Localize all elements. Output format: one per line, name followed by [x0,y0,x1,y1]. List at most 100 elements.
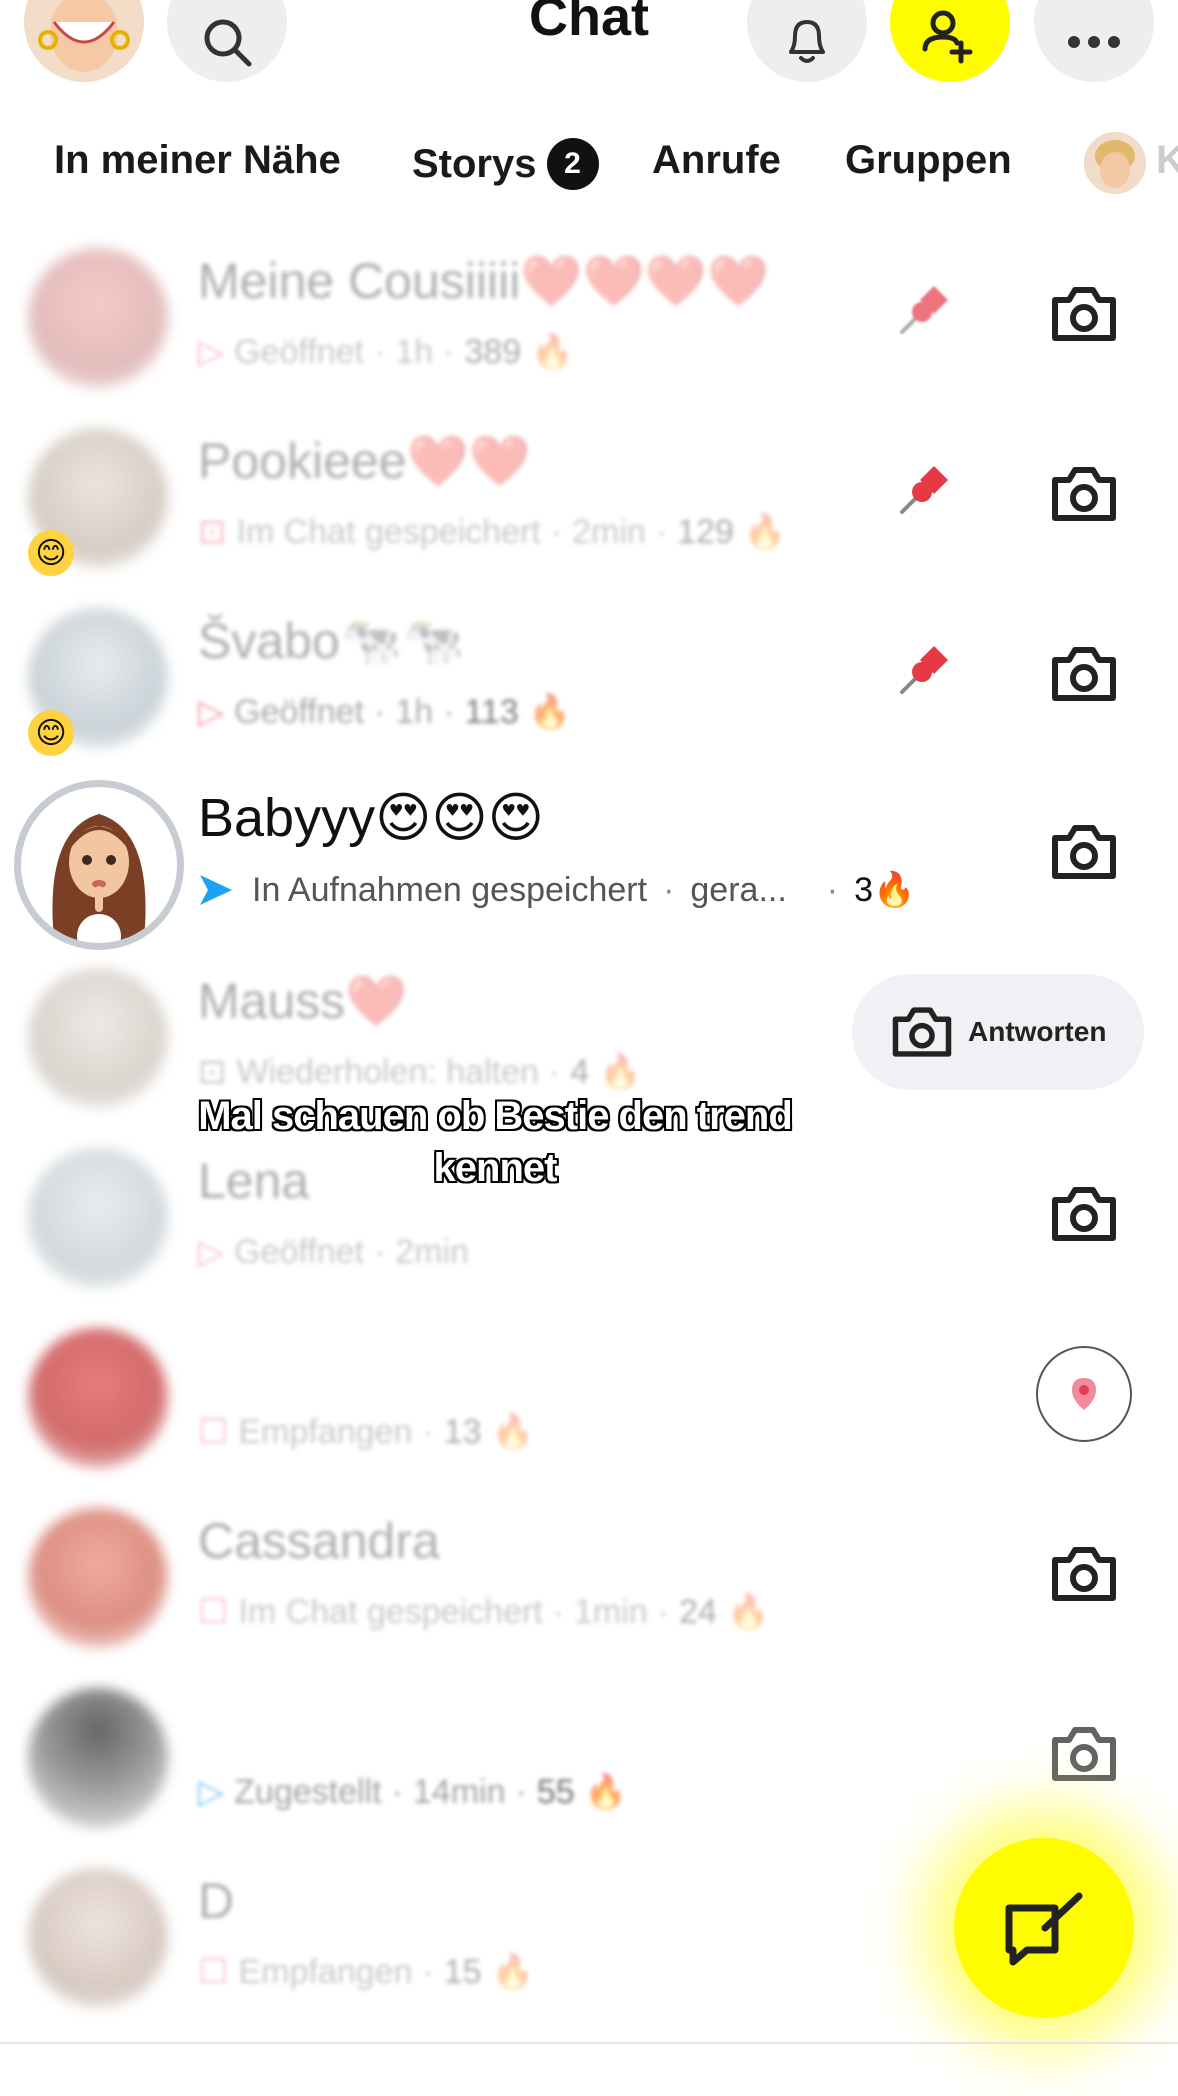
chat-status: ☐ Empfangen · 13 🔥 [198,1412,534,1452]
received-icon: ☐ [198,1953,229,1991]
chat-row[interactable]: 😊 Švabo🐄🐄 ▷ Geöffnet · 1h · 113 🔥 [0,582,1178,762]
camera-reply-button[interactable] [1046,1536,1122,1612]
camera-reply-button[interactable] [1046,1176,1122,1252]
separator: · [422,1412,434,1451]
status-text: Empfangen [238,1952,413,1991]
bottom-divider [0,2042,1178,2044]
more-button[interactable] [1034,0,1154,82]
new-chat-icon [1005,1892,1083,1966]
notifications-button[interactable] [747,0,867,82]
video-caption: Mal schauen ob Bestie den trend kennet [198,1094,793,1190]
avatar [28,1328,168,1468]
camera-icon [1052,1547,1116,1601]
chat-row[interactable]: Meine Cousiiiii❤️❤️❤️❤️ ▷ Geöffnet · 1h … [0,222,1178,402]
status-text: Im Chat gespeichert [236,512,541,551]
chat-status: ▷ Geöffnet · 1h · 113 🔥 [198,692,571,732]
fire-icon: 🔥 [873,871,916,909]
new-chat-button[interactable] [954,1838,1134,2018]
stories-count-badge: 2 [546,138,599,190]
tab-calls[interactable]: Anrufe [652,138,781,183]
chat-status: ▷ Geöffnet · 2min [198,1232,469,1272]
chat-row[interactable]: ☐ Empfangen · 13 🔥 [0,1302,1178,1482]
camera-reply-button[interactable] [1046,456,1122,532]
fire-icon: 🔥 [491,1413,534,1451]
chat-row[interactable]: Cassandra ☐ Im Chat gespeichert · 1min ·… [0,1482,1178,1662]
reply-button[interactable]: Antworten [852,974,1144,1090]
chat-row[interactable]: 😊 Pookieee❤️❤️ ⊡ Im Chat gespeichert · 2… [0,402,1178,582]
chat-status: In Aufnahmen gespeichert · gera... · 3 🔥 [198,870,915,910]
add-friend-icon [922,10,973,64]
avatar [28,968,168,1108]
streak-count: 3 [854,870,874,909]
tab-groups[interactable]: Gruppen [845,138,1012,183]
status-text: Geöffnet [234,1232,364,1271]
tab-friend-avatar[interactable] [1084,132,1146,194]
status-text: Geöffnet [234,692,364,731]
received-icon: ☐ [198,1413,229,1451]
separator: · [550,512,563,551]
fire-icon: 🔥 [599,1053,642,1091]
tab-label: Anrufe [652,138,781,182]
separator: · [552,1592,565,1631]
camera-reply-button[interactable] [1046,276,1122,352]
separator: · [826,870,839,909]
time-text: 14min [412,1772,506,1811]
chat-status: ▷ Zugestellt · 14min · 55 🔥 [198,1772,627,1812]
separator: · [373,692,386,731]
header: Chat [0,0,1178,110]
camera-icon [1052,287,1116,341]
separator: · [443,332,455,371]
camera-reply-button[interactable] [1046,814,1122,890]
add-friend-button[interactable] [890,0,1010,82]
more-icon [1068,36,1120,48]
tab-nearby[interactable]: In meiner Nähe [54,138,341,183]
streak-count: 389 [464,332,522,371]
camera-reply-button[interactable] [1046,636,1122,712]
chat-row[interactable]: ▷ Zugestellt · 14min · 55 🔥 [0,1662,1178,1842]
tab-friend-label[interactable]: K [1156,138,1178,183]
avatar [28,248,168,388]
fire-icon: 🔥 [743,513,787,551]
streak-count: 4 [570,1052,590,1091]
time-text: 1min [574,1592,648,1631]
opened-snap-icon: ▷ [198,693,225,731]
chat-status: ☐ Empfangen · 15 🔥 [198,1952,534,1992]
bell-icon [789,20,825,63]
streak-count: 113 [464,692,519,731]
separator: · [422,1952,434,1991]
tab-label: In meiner Nähe [54,138,341,182]
streak-count: 13 [443,1412,482,1451]
pin-icon [900,646,948,694]
status-text: Im Chat gespeichert [238,1592,543,1631]
camera-icon [1052,825,1116,879]
reply-button-label: Antworten [968,1016,1107,1047]
chat-name: Meine Cousiiiii❤️❤️❤️❤️ [198,253,770,309]
separator: · [657,1592,670,1631]
tab-label: Gruppen [845,138,1012,182]
avatar [28,1688,168,1828]
fire-icon: 🔥 [584,1773,627,1811]
time-text: 2min [395,1232,469,1271]
fire-icon: 🔥 [726,1593,770,1631]
streak-count: 55 [536,1772,575,1811]
avatar [14,780,184,950]
chat-name: Mauss❤️ [198,973,408,1029]
chat-status: ⊡ Im Chat gespeichert · 2min · 129 🔥 [198,512,786,552]
camera-reply-button[interactable] [1046,1716,1122,1792]
tab-stories[interactable]: Storys 2 [412,138,599,190]
separator: · [391,1772,403,1811]
location-button[interactable] [1036,1346,1132,1442]
chat-name: Pookieee❤️❤️ [198,433,532,489]
chat-status: ▷ Geöffnet · 1h · 389 🔥 [198,332,574,372]
friend-emoji-badge: 😊 [28,530,74,576]
separator: · [655,512,668,551]
streak-count: 24 [679,1592,717,1631]
delivered-icon: ▷ [198,1773,225,1811]
chat-name: Babyyy😍😍😍 [198,788,544,848]
friend-emoji-badge: 😊 [28,710,74,756]
chat-name: Cassandra [198,1513,440,1569]
separator: · [373,332,386,371]
separator: · [663,870,675,909]
fire-icon: 🔥 [531,333,574,371]
chat-row-focused[interactable]: Babyyy😍😍😍 In Aufnahmen gespeichert · ger… [0,758,1178,950]
